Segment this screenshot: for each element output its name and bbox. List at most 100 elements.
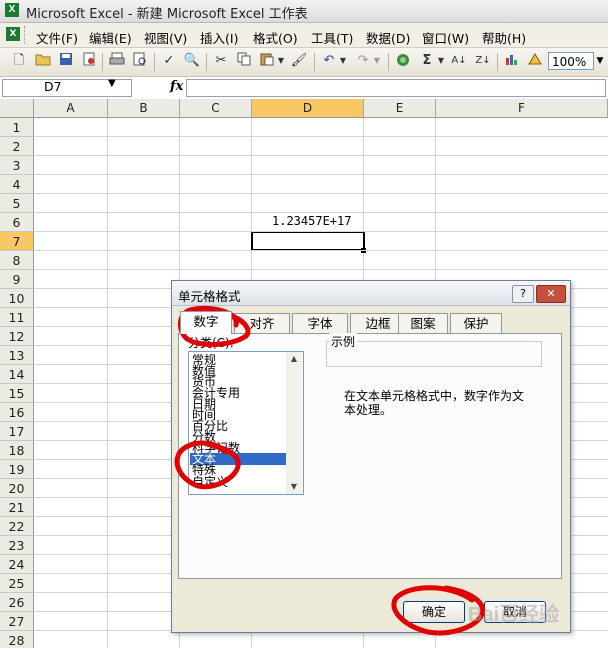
select-all-corner[interactable] <box>0 99 34 118</box>
redo-icon[interactable]: ↷ <box>354 52 372 70</box>
active-cell-d7[interactable] <box>251 231 365 251</box>
close-icon[interactable]: ✕ <box>536 285 566 303</box>
column-header-a[interactable]: A <box>34 99 108 118</box>
paste-icon[interactable] <box>258 52 276 70</box>
new-icon[interactable]: 🗋 <box>10 52 28 70</box>
gridline <box>34 212 608 213</box>
toolbar-separator <box>314 53 315 71</box>
undo-dropdown-icon[interactable]: ▼ <box>338 52 348 70</box>
row-header-11[interactable]: 11 <box>0 308 34 327</box>
gridline <box>34 155 608 156</box>
column-header-c[interactable]: C <box>180 99 252 118</box>
menu-format[interactable]: 格式(O) <box>253 28 298 47</box>
column-header-f[interactable]: F <box>436 99 608 118</box>
workbook-icon[interactable]: X <box>6 27 20 41</box>
row-header-10[interactable]: 10 <box>0 289 34 308</box>
tab-protection[interactable]: 保护 <box>450 313 502 333</box>
scroll-down-icon[interactable]: ▼ <box>286 480 302 494</box>
row-header-26[interactable]: 26 <box>0 593 34 612</box>
open-icon[interactable] <box>34 52 52 70</box>
row-header-24[interactable]: 24 <box>0 555 34 574</box>
print-icon[interactable] <box>108 52 126 70</box>
formula-input[interactable] <box>186 79 606 97</box>
ok-button[interactable]: 确定 <box>403 601 465 623</box>
row-header-5[interactable]: 5 <box>0 194 34 213</box>
gridline <box>34 231 608 232</box>
gridline <box>34 250 608 251</box>
tab-patterns[interactable]: 图案 <box>398 313 448 333</box>
row-header-1[interactable]: 1 <box>0 118 34 137</box>
zoom-input[interactable]: 100% <box>548 52 594 70</box>
scroll-up-icon[interactable]: ▲ <box>286 352 302 366</box>
row-header-16[interactable]: 16 <box>0 403 34 422</box>
sort-descending-icon[interactable]: Z↓ <box>474 52 492 70</box>
row-header-7[interactable]: 7 <box>0 232 34 251</box>
category-scrollbar[interactable]: ▲ ▼ <box>286 352 302 494</box>
row-header-20[interactable]: 20 <box>0 479 34 498</box>
print-preview-icon[interactable] <box>131 52 149 70</box>
menu-file[interactable]: 文件(F) <box>36 28 78 47</box>
hyperlink-icon[interactable] <box>394 52 412 70</box>
spelling-icon[interactable]: ✓ <box>160 52 178 70</box>
row-header-3[interactable]: 3 <box>0 156 34 175</box>
menu-data[interactable]: 数据(D) <box>366 28 410 47</box>
row-header-28[interactable]: 28 <box>0 631 34 648</box>
row-header-25[interactable]: 25 <box>0 574 34 593</box>
column-header-b[interactable]: B <box>108 99 180 118</box>
tab-alignment[interactable]: 对齐 <box>234 313 290 333</box>
copy-icon[interactable] <box>235 52 253 70</box>
zoom-dropdown-icon[interactable]: ▼ <box>594 52 606 70</box>
help-button[interactable]: ? <box>512 285 534 303</box>
row-header-9[interactable]: 9 <box>0 270 34 289</box>
row-header-6[interactable]: 6 <box>0 213 34 232</box>
menu-tools[interactable]: 工具(T) <box>311 28 353 47</box>
menu-insert[interactable]: 插入(I) <box>200 28 238 47</box>
row-header-8[interactable]: 8 <box>0 251 34 270</box>
cut-icon[interactable]: ✂ <box>212 52 230 70</box>
gridline <box>34 136 608 137</box>
autosum-dropdown-icon[interactable]: ▼ <box>436 52 446 70</box>
research-icon[interactable]: 🔍 <box>183 52 201 70</box>
row-header-27[interactable]: 27 <box>0 612 34 631</box>
chart-wizard-icon[interactable] <box>503 52 521 70</box>
drawing-icon[interactable] <box>526 52 544 70</box>
save-icon[interactable] <box>57 52 75 70</box>
toolbar-grip[interactable] <box>24 26 28 44</box>
column-header-d[interactable]: D <box>252 99 364 118</box>
insert-function-icon[interactable]: fx <box>170 79 183 94</box>
permission-icon[interactable] <box>80 52 98 70</box>
row-header-17[interactable]: 17 <box>0 422 34 441</box>
tab-number[interactable]: 数字 <box>180 311 232 334</box>
paste-dropdown-icon[interactable]: ▼ <box>276 52 286 70</box>
tab-font[interactable]: 字体 <box>292 313 348 333</box>
row-header-13[interactable]: 13 <box>0 346 34 365</box>
cell-d6[interactable]: 1.23457E+17 <box>272 214 351 228</box>
undo-icon[interactable]: ↶ <box>320 52 338 70</box>
column-header-e[interactable]: E <box>364 99 436 118</box>
toolbar-separator <box>497 53 498 71</box>
row-header-18[interactable]: 18 <box>0 441 34 460</box>
autosum-icon[interactable]: Σ <box>418 52 436 70</box>
menu-bar: X 文件(F) 编辑(E) 视图(V) 插入(I) 格式(O) 工具(T) 数据… <box>0 23 608 48</box>
name-box-dropdown-icon[interactable]: ▼ <box>108 78 116 89</box>
row-header-14[interactable]: 14 <box>0 365 34 384</box>
menu-window[interactable]: 窗口(W) <box>422 28 469 47</box>
standard-toolbar: 🗋 ✓ 🔍 ✂ ▼ 🖌 ↶ ▼ ↷ ▼ Σ ▼ A↓ Z↓ 100% ▼ <box>0 48 608 77</box>
row-header-2[interactable]: 2 <box>0 137 34 156</box>
formula-bar: D7 ▼ fx <box>0 77 608 100</box>
sort-ascending-icon[interactable]: A↓ <box>450 52 468 70</box>
row-header-15[interactable]: 15 <box>0 384 34 403</box>
format-painter-icon[interactable]: 🖌 <box>290 52 308 70</box>
row-header-12[interactable]: 12 <box>0 327 34 346</box>
menu-edit[interactable]: 编辑(E) <box>89 28 132 47</box>
redo-dropdown-icon[interactable]: ▼ <box>372 52 382 70</box>
list-item[interactable]: 自定义 <box>192 476 228 488</box>
menu-view[interactable]: 视图(V) <box>144 28 187 47</box>
row-header-19[interactable]: 19 <box>0 460 34 479</box>
row-header-21[interactable]: 21 <box>0 498 34 517</box>
name-box-value: D7 <box>44 79 62 94</box>
row-header-23[interactable]: 23 <box>0 536 34 555</box>
menu-help[interactable]: 帮助(H) <box>482 28 526 47</box>
row-header-22[interactable]: 22 <box>0 517 34 536</box>
row-header-4[interactable]: 4 <box>0 175 34 194</box>
